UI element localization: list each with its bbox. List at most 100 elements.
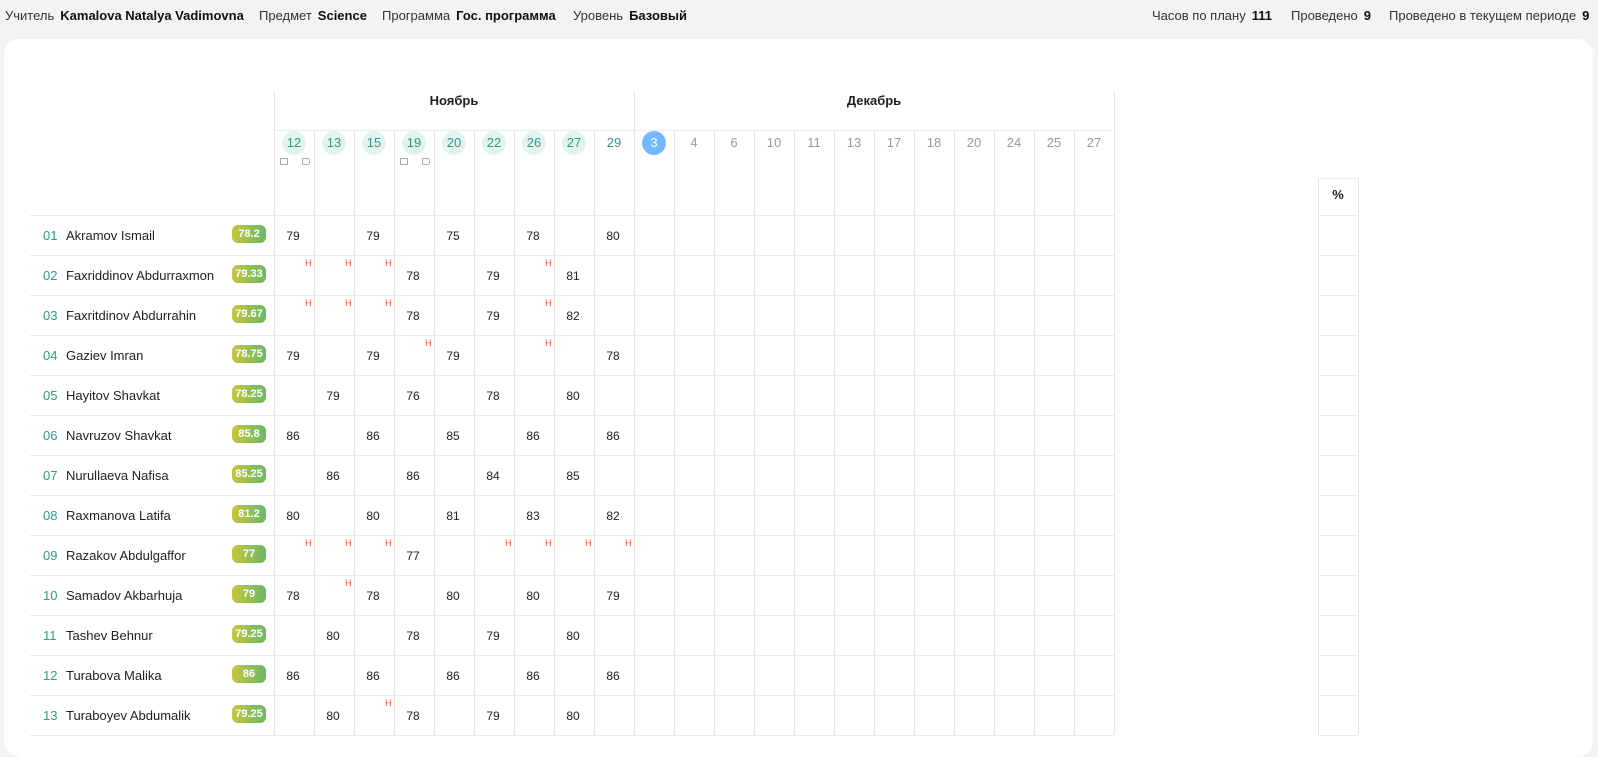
grade-cell[interactable]: 80 — [594, 229, 632, 243]
grade-cell[interactable]: 80 — [314, 709, 352, 723]
grade-cell[interactable]: 78 — [394, 709, 432, 723]
grade-cell[interactable]: 79 — [274, 229, 312, 243]
day-header[interactable]: 18 — [922, 131, 946, 155]
grade-cell[interactable]: 78 — [474, 389, 512, 403]
day-header[interactable]: 12 — [282, 131, 306, 155]
student-number: 09 — [43, 548, 58, 563]
grade-cell[interactable]: 86 — [434, 669, 472, 683]
grade-cell[interactable]: 81 — [434, 509, 472, 523]
grade-cell[interactable]: 79 — [354, 349, 392, 363]
grade-cell[interactable]: 79 — [474, 309, 512, 323]
grade-cell[interactable]: 85 — [554, 469, 592, 483]
lesson-video-icon[interactable] — [302, 158, 310, 165]
row-divider — [30, 255, 1114, 256]
grid-column-line — [714, 130, 715, 735]
student-number: 01 — [43, 228, 58, 243]
grade-cell[interactable]: 80 — [554, 629, 592, 643]
level-label: Уровень — [573, 8, 624, 23]
grade-cell[interactable]: 86 — [274, 429, 312, 443]
day-header[interactable]: 10 — [762, 131, 786, 155]
day-header[interactable]: 29 — [602, 131, 626, 155]
grade-cell[interactable]: 79 — [474, 709, 512, 723]
day-header[interactable]: 13 — [322, 131, 346, 155]
row-divider — [30, 575, 1114, 576]
student-name[interactable]: Samadov Akbarhuja — [66, 588, 182, 603]
grade-cell[interactable]: 79 — [594, 589, 632, 603]
grade-cell[interactable]: 80 — [354, 509, 392, 523]
student-name[interactable]: Navruzov Shavkat — [66, 428, 172, 443]
student-name[interactable]: Gaziev Imran — [66, 348, 143, 363]
grade-cell[interactable]: 75 — [434, 229, 472, 243]
day-header[interactable]: 6 — [722, 131, 746, 155]
grade-cell[interactable]: 86 — [594, 429, 632, 443]
student-name[interactable]: Faxriddinov Abdurraxmon — [66, 268, 214, 283]
grade-cell[interactable]: 80 — [554, 389, 592, 403]
day-header[interactable]: 20 — [962, 131, 986, 155]
grade-cell[interactable]: 76 — [394, 389, 432, 403]
grade-cell[interactable]: 80 — [314, 629, 352, 643]
grade-cell[interactable]: 82 — [594, 509, 632, 523]
absent-mark: Н — [505, 538, 512, 548]
student-average-badge: 85.25 — [232, 465, 266, 483]
grade-cell[interactable]: 79 — [354, 229, 392, 243]
grade-cell[interactable]: 78 — [394, 269, 432, 283]
day-header[interactable]: 4 — [682, 131, 706, 155]
student-name[interactable]: Faxritdinov Abdurrahin — [66, 308, 196, 323]
day-header[interactable]: 11 — [802, 131, 826, 155]
day-header[interactable]: 13 — [842, 131, 866, 155]
grade-cell[interactable]: 78 — [594, 349, 632, 363]
day-header[interactable]: 15 — [362, 131, 386, 155]
student-name[interactable]: Turaboyev Abdumalik — [66, 708, 191, 723]
grade-cell[interactable]: 78 — [274, 589, 312, 603]
grade-cell[interactable]: 79 — [474, 629, 512, 643]
day-header[interactable]: 24 — [1002, 131, 1026, 155]
lesson-file-icon[interactable] — [400, 158, 408, 165]
grade-cell[interactable]: 79 — [434, 349, 472, 363]
student-name[interactable]: Nurullaeva Nafisa — [66, 468, 169, 483]
grade-cell[interactable]: 83 — [514, 509, 552, 523]
grade-cell[interactable]: 86 — [514, 429, 552, 443]
day-header[interactable]: 27 — [1082, 131, 1106, 155]
grade-cell[interactable]: 77 — [394, 549, 432, 563]
grade-cell[interactable]: 82 — [554, 309, 592, 323]
grade-cell[interactable]: 80 — [514, 589, 552, 603]
student-name[interactable]: Akramov Ismail — [66, 228, 155, 243]
grade-cell[interactable]: 86 — [274, 669, 312, 683]
grade-cell[interactable]: 80 — [434, 589, 472, 603]
day-header[interactable]: 20 — [442, 131, 466, 155]
student-name[interactable]: Raxmanova Latifa — [66, 508, 171, 523]
grade-cell[interactable]: 86 — [514, 669, 552, 683]
grade-cell[interactable]: 78 — [514, 229, 552, 243]
percent-header: % — [1332, 187, 1344, 202]
grade-cell[interactable]: 78 — [354, 589, 392, 603]
grade-cell[interactable]: 78 — [394, 309, 432, 323]
grade-cell[interactable]: 80 — [274, 509, 312, 523]
student-name[interactable]: Tashev Behnur — [66, 628, 153, 643]
grade-cell[interactable]: 86 — [594, 669, 632, 683]
grade-cell[interactable]: 79 — [274, 349, 312, 363]
student-number: 04 — [43, 348, 58, 363]
lesson-file-icon[interactable] — [280, 158, 288, 165]
grade-cell[interactable]: 86 — [354, 669, 392, 683]
day-header[interactable]: 3 — [642, 131, 666, 155]
day-header[interactable]: 27 — [562, 131, 586, 155]
grade-cell[interactable]: 79 — [314, 389, 352, 403]
day-header[interactable]: 19 — [402, 131, 426, 155]
grade-cell[interactable]: 80 — [554, 709, 592, 723]
day-header[interactable]: 25 — [1042, 131, 1066, 155]
day-header[interactable]: 17 — [882, 131, 906, 155]
day-header[interactable]: 22 — [482, 131, 506, 155]
student-name[interactable]: Turabova Malika — [66, 668, 162, 683]
student-name[interactable]: Hayitov Shavkat — [66, 388, 160, 403]
lesson-video-icon[interactable] — [422, 158, 430, 165]
grade-cell[interactable]: 86 — [394, 469, 432, 483]
day-header[interactable]: 26 — [522, 131, 546, 155]
grade-cell[interactable]: 86 — [314, 469, 352, 483]
grade-cell[interactable]: 84 — [474, 469, 512, 483]
grade-cell[interactable]: 81 — [554, 269, 592, 283]
grade-cell[interactable]: 79 — [474, 269, 512, 283]
grade-cell[interactable]: 85 — [434, 429, 472, 443]
student-name[interactable]: Razakov Abdulgaffor — [66, 548, 186, 563]
grade-cell[interactable]: 86 — [354, 429, 392, 443]
grade-cell[interactable]: 78 — [394, 629, 432, 643]
